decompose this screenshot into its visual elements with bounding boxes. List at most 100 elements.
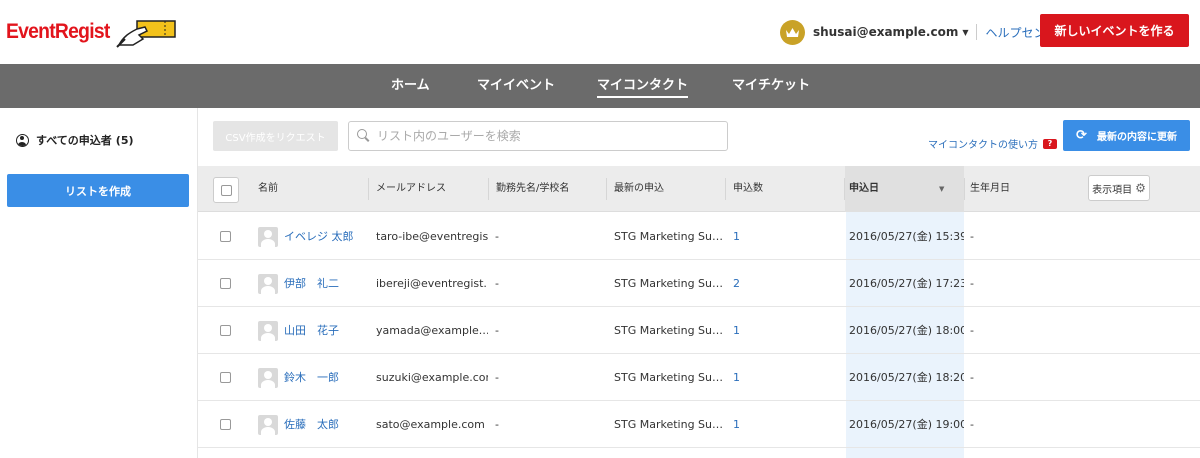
person-circle-icon — [16, 133, 29, 147]
gear-icon: ⚙ — [1135, 181, 1146, 195]
contact-latest: STG Marketing Su… — [614, 371, 722, 384]
ticket-hand-icon — [115, 20, 176, 48]
search-box[interactable] — [348, 121, 728, 151]
column-divider — [368, 178, 369, 200]
contact-birthday: - — [970, 324, 974, 337]
user-menu[interactable]: shusai@example.com ▼ ヘルプセンター — [780, 18, 1070, 46]
display-items-label: 表示項目 — [1092, 184, 1133, 196]
contact-date: 2016/05/27(金) 18:00 — [849, 324, 964, 337]
header-divider — [976, 24, 978, 40]
contact-count[interactable]: 1 — [733, 354, 833, 401]
contact-birthday: - — [970, 418, 974, 431]
contact-email: yamada@example.… — [376, 324, 488, 337]
nav-item-my-events[interactable]: マイイベント — [477, 64, 555, 108]
contact-date: 2016/05/27(金) 19:00 — [849, 418, 964, 431]
contact-latest: STG Marketing Su… — [614, 230, 722, 243]
contact-company: - — [495, 418, 499, 431]
question-icon: ? — [1043, 138, 1057, 149]
avatar-icon — [258, 368, 278, 388]
contact-birthday: - — [970, 277, 974, 290]
column-divider — [488, 178, 489, 200]
contact-name[interactable]: 佐藤 太郎 — [284, 401, 370, 448]
table-row[interactable]: 佐藤 太郎 sato@example.com - STG Marketing S… — [198, 401, 1200, 448]
avatar-icon — [258, 227, 278, 247]
eventregist-logo[interactable]: EventRegist — [6, 14, 177, 50]
sort-desc-icon: ▼ — [939, 185, 945, 193]
contact-date: 2016/05/27(金) 15:39 — [849, 230, 964, 243]
contact-email: sato@example.com — [376, 418, 485, 431]
column-header-latest[interactable]: 最新の申込 — [614, 166, 664, 212]
search-input[interactable] — [377, 129, 717, 143]
select-all-checkbox-box[interactable] — [221, 185, 232, 196]
column-divider — [964, 178, 965, 200]
column-header-count[interactable]: 申込数 — [733, 166, 763, 212]
applicant-count: (5) — [115, 133, 134, 147]
contact-latest: STG Marketing Su… — [614, 418, 722, 431]
table-row[interactable]: 伊部 礼二 ibereji@eventregist.… - STG Market… — [198, 260, 1200, 307]
contact-latest: STG Marketing Su… — [614, 324, 722, 337]
contact-count[interactable]: 1 — [733, 401, 833, 448]
main-nav: ホーム マイイベント マイコンタクト マイチケット — [0, 64, 1200, 108]
contact-company: - — [495, 277, 499, 290]
sidebar-item-all-applicants[interactable]: すべての申込者 (5) — [16, 132, 134, 148]
contact-birthday: - — [970, 371, 974, 384]
refresh-icon: ⟳ — [1076, 128, 1087, 143]
column-header-name[interactable]: 名前 — [258, 166, 278, 212]
table-header: 名前 メールアドレス 勤務先名/学校名 最新の申込 申込数 申込日 ▼ 生年月日… — [198, 166, 1200, 212]
contact-count[interactable]: 1 — [733, 213, 833, 260]
refresh-button[interactable]: ⟳ 最新の内容に更新 — [1063, 120, 1190, 151]
contact-name[interactable]: 鈴木 一郎 — [284, 354, 370, 401]
contact-email: suzuki@example.com — [376, 371, 488, 384]
avatar-icon — [258, 321, 278, 341]
contact-company: - — [495, 371, 499, 384]
contact-count[interactable]: 2 — [733, 260, 833, 307]
contact-name[interactable]: 伊部 礼二 — [284, 260, 370, 307]
select-all-checkbox[interactable] — [213, 177, 239, 203]
column-divider — [725, 178, 726, 200]
refresh-label: 最新の内容に更新 — [1096, 132, 1177, 143]
nav-item-home[interactable]: ホーム — [391, 64, 430, 108]
table-row[interactable]: イベレジ 太郎 taro-ibe@eventregis… - STG Marke… — [198, 213, 1200, 260]
contact-birthday: - — [970, 230, 974, 243]
contact-date: 2016/05/27(金) 17:23 — [849, 277, 964, 290]
contact-count[interactable]: 1 — [733, 307, 833, 354]
column-header-company[interactable]: 勤務先名/学校名 — [496, 166, 569, 212]
create-event-button[interactable]: 新しいイベントを作る — [1040, 14, 1189, 47]
column-header-birthday[interactable]: 生年月日 — [970, 166, 1010, 212]
display-items-button[interactable]: 表示項目 ⚙ — [1088, 175, 1150, 201]
app-header: EventRegist shusai@example.com ▼ ヘルプセンター… — [0, 0, 1200, 64]
table-row[interactable]: 鈴木 一郎 suzuki@example.com - STG Marketing… — [198, 354, 1200, 401]
nav-item-my-tickets[interactable]: マイチケット — [732, 64, 810, 108]
avatar-icon — [258, 415, 278, 435]
table-row[interactable]: 山田 花子 yamada@example.… - STG Marketing S… — [198, 307, 1200, 354]
user-email[interactable]: shusai@example.com — [813, 25, 958, 39]
column-divider — [606, 178, 607, 200]
contact-company: - — [495, 230, 499, 243]
contact-email: ibereji@eventregist.… — [376, 277, 488, 290]
create-list-button[interactable]: リストを作成 — [7, 174, 189, 207]
row-checkbox[interactable] — [220, 325, 231, 336]
logo-text: EventRegist — [6, 20, 110, 43]
avatar-icon — [258, 274, 278, 294]
contact-email: taro-ibe@eventregis… — [376, 230, 488, 243]
nav-item-my-contacts[interactable]: マイコンタクト — [597, 64, 689, 108]
crown-icon — [780, 19, 805, 45]
contact-date: 2016/05/27(金) 18:20 — [849, 371, 964, 384]
contact-latest: STG Marketing Su… — [614, 277, 722, 290]
row-checkbox[interactable] — [220, 278, 231, 289]
column-header-email[interactable]: メールアドレス — [376, 166, 446, 212]
howto-label[interactable]: マイコンタクトの使い方 — [928, 136, 1038, 151]
csv-request-button[interactable]: CSV作成をリクエスト — [213, 121, 338, 151]
contact-name[interactable]: イベレジ 太郎 — [284, 213, 370, 260]
all-applicants-label: すべての申込者 — [36, 134, 112, 147]
contact-company: - — [495, 324, 499, 337]
row-checkbox[interactable] — [220, 419, 231, 430]
column-header-date[interactable]: 申込日 ▼ — [845, 166, 964, 212]
row-checkbox[interactable] — [220, 372, 231, 383]
chevron-down-icon[interactable]: ▼ — [962, 28, 968, 37]
contact-name[interactable]: 山田 花子 — [284, 307, 370, 354]
howto-link[interactable]: マイコンタクトの使い方 ? — [928, 136, 1057, 151]
column-header-date-label: 申込日 — [849, 183, 879, 194]
search-icon — [357, 129, 371, 143]
row-checkbox[interactable] — [220, 231, 231, 242]
